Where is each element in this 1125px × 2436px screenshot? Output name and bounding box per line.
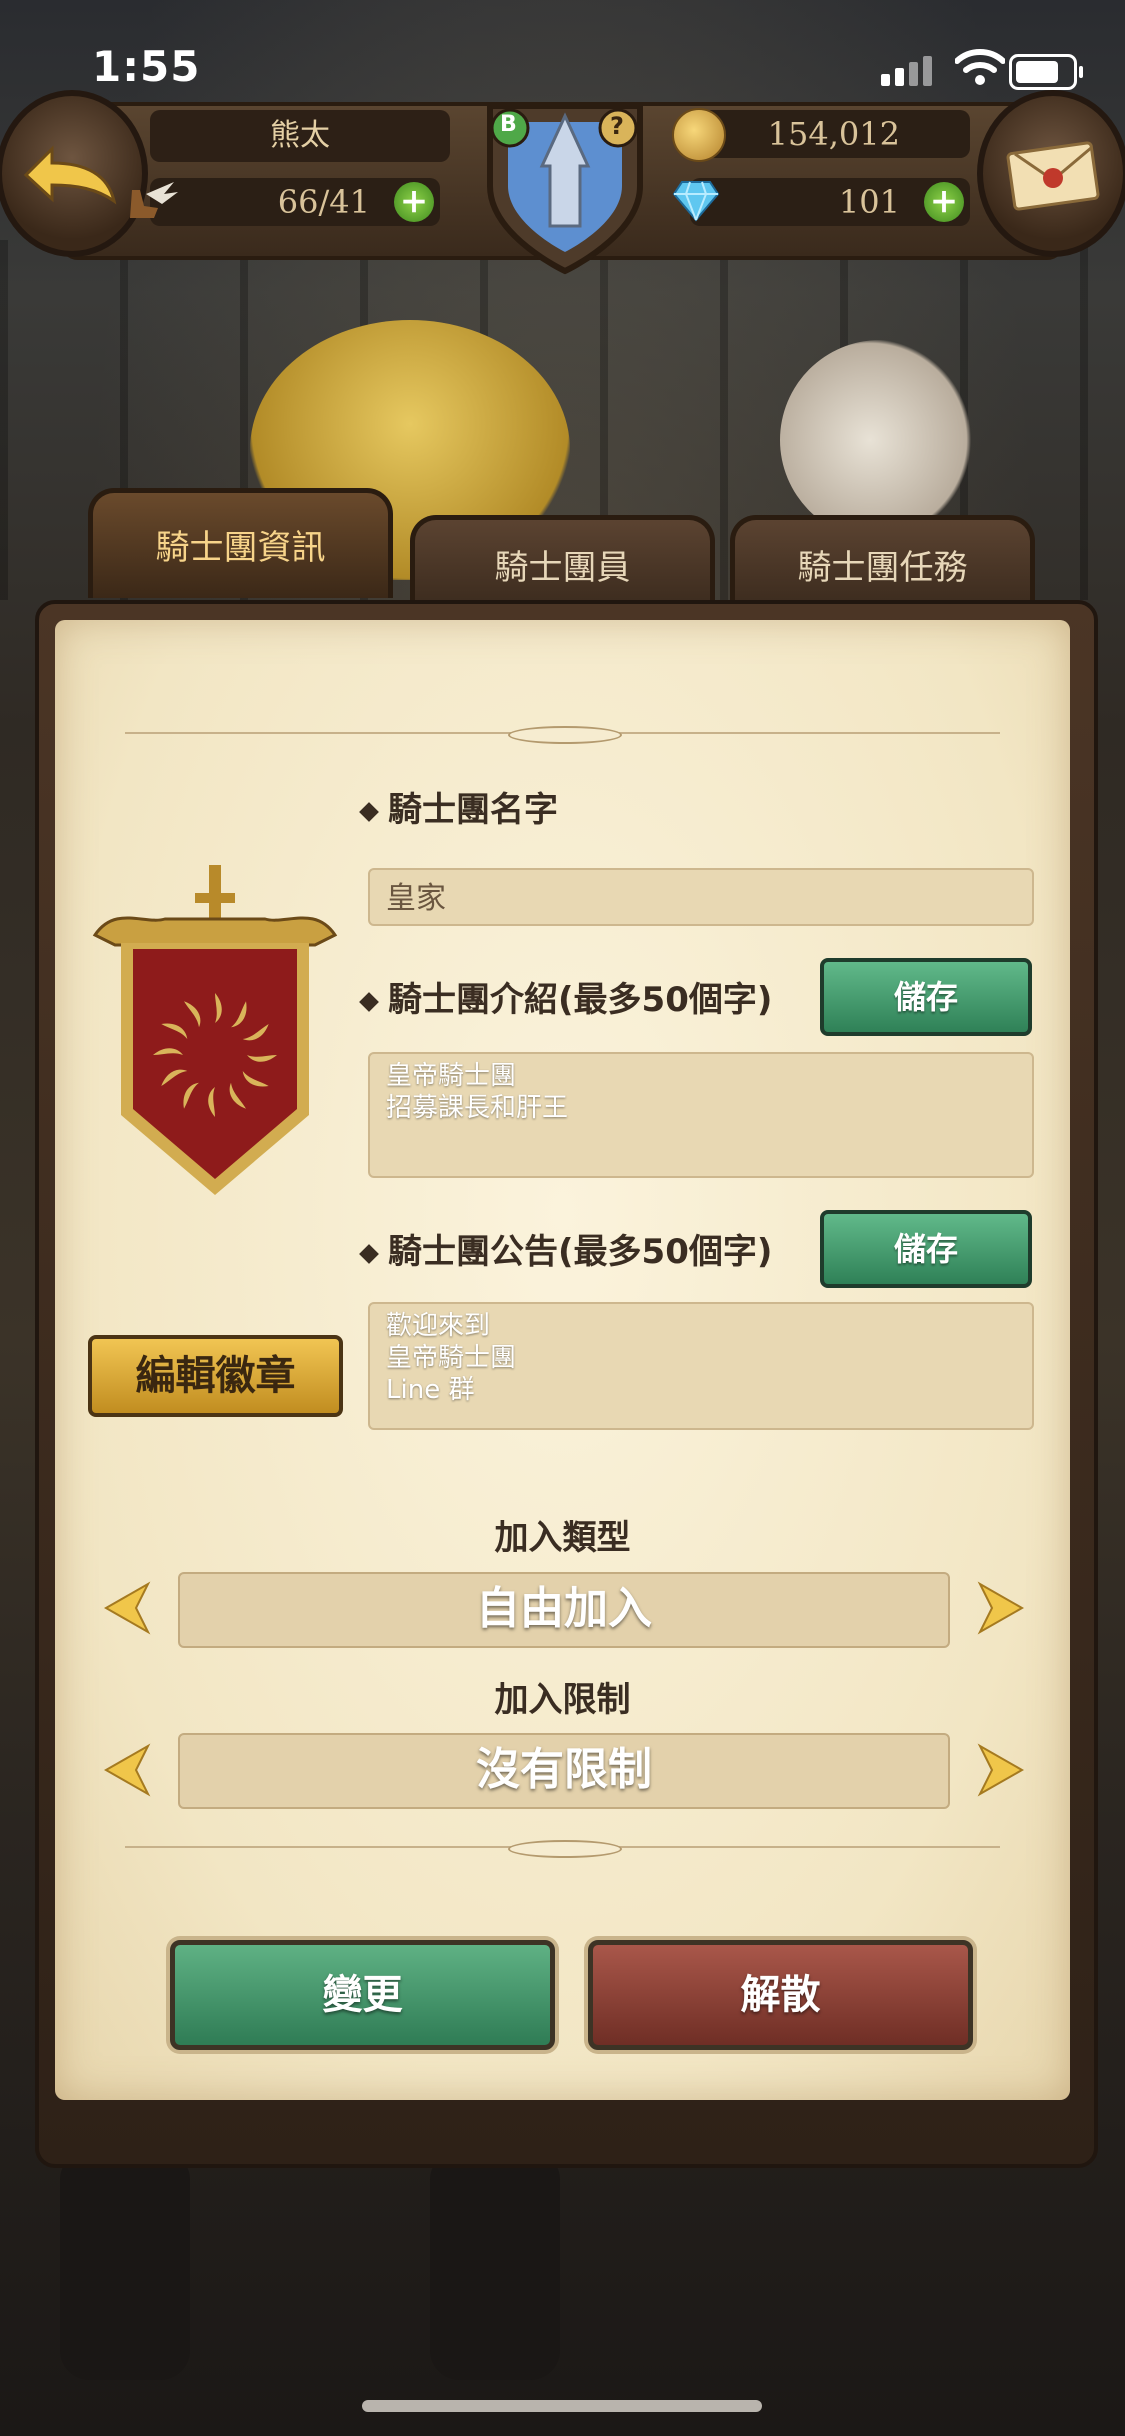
gold-counter: 154,012 <box>672 108 970 162</box>
letter-icon <box>1006 140 1100 211</box>
add-stamina-button[interactable]: + <box>394 182 434 222</box>
join-limit-prev-arrow-icon[interactable] <box>98 1740 158 1800</box>
join-limit-label: 加入限制 <box>494 1680 631 1720</box>
guild-name-field[interactable]: 皇家 <box>368 868 1034 926</box>
diamond-icon <box>672 181 720 222</box>
back-button[interactable] <box>0 90 148 257</box>
tab-guild-info[interactable]: 騎士團資訊 <box>88 488 393 598</box>
status-time: 1:55 <box>92 42 201 91</box>
gem-counter: 101 + <box>672 178 970 226</box>
change-button[interactable]: 變更 <box>170 1940 555 2050</box>
top-divider <box>125 726 1000 744</box>
winged-boot-icon <box>130 182 178 218</box>
gem-value: 101 <box>838 183 900 221</box>
back-arrow-icon <box>23 144 117 204</box>
bottom-divider <box>125 1840 1000 1858</box>
mail-button[interactable] <box>977 90 1125 257</box>
guild-notice-label: 騎士團公告(最多50個字) <box>359 1224 772 1273</box>
save-intro-button[interactable]: 儲存 <box>820 958 1032 1036</box>
home-indicator[interactable] <box>362 2400 762 2412</box>
guild-emblem <box>92 865 338 1195</box>
stamina-value: 66/41 <box>277 183 370 221</box>
battery-icon <box>1009 54 1083 90</box>
edit-badge-button[interactable]: 編輯徽章 <box>88 1335 343 1417</box>
join-type-prev-arrow-icon[interactable] <box>98 1578 158 1638</box>
guild-name-label: 騎士團名字 <box>359 782 558 831</box>
guild-crest-icon[interactable]: B ? <box>470 76 660 276</box>
join-type-selector[interactable]: 自由加入 <box>178 1572 950 1648</box>
crest-help-icon[interactable]: ? <box>610 112 624 140</box>
player-name: 熊太 <box>150 110 450 162</box>
cellular-signal-icon <box>881 56 935 86</box>
guild-notice-field[interactable]: 歡迎來到 皇帝騎士團 Line 群 <box>368 1302 1034 1430</box>
join-limit-selector[interactable]: 沒有限制 <box>178 1733 950 1809</box>
character-white-hair <box>780 340 980 540</box>
wifi-icon <box>955 49 1005 85</box>
guild-intro-label: 騎士團介紹(最多50個字) <box>359 972 772 1021</box>
disband-button[interactable]: 解散 <box>588 1940 973 2050</box>
join-type-next-arrow-icon[interactable] <box>970 1578 1030 1638</box>
add-gems-button[interactable]: + <box>924 182 964 222</box>
join-type-label: 加入類型 <box>494 1518 631 1558</box>
join-limit-next-arrow-icon[interactable] <box>970 1740 1030 1800</box>
tab-guild-missions[interactable]: 騎士團任務 <box>730 515 1035 611</box>
stamina-counter: 66/41 + <box>130 178 440 226</box>
character-legs <box>60 2150 190 2380</box>
tab-guild-members[interactable]: 騎士團員 <box>410 515 715 611</box>
gold-value: 154,012 <box>767 115 900 153</box>
guild-intro-field[interactable]: 皇帝騎士團 招募課長和肝王 <box>368 1052 1034 1178</box>
character-legs <box>430 2150 560 2380</box>
gold-coin-icon <box>672 108 726 162</box>
save-notice-button[interactable]: 儲存 <box>820 1210 1032 1288</box>
top-hud: 熊太 66/41 + B ? 154,012 101 + <box>0 90 1125 275</box>
crest-badge-letter: B <box>500 112 517 137</box>
